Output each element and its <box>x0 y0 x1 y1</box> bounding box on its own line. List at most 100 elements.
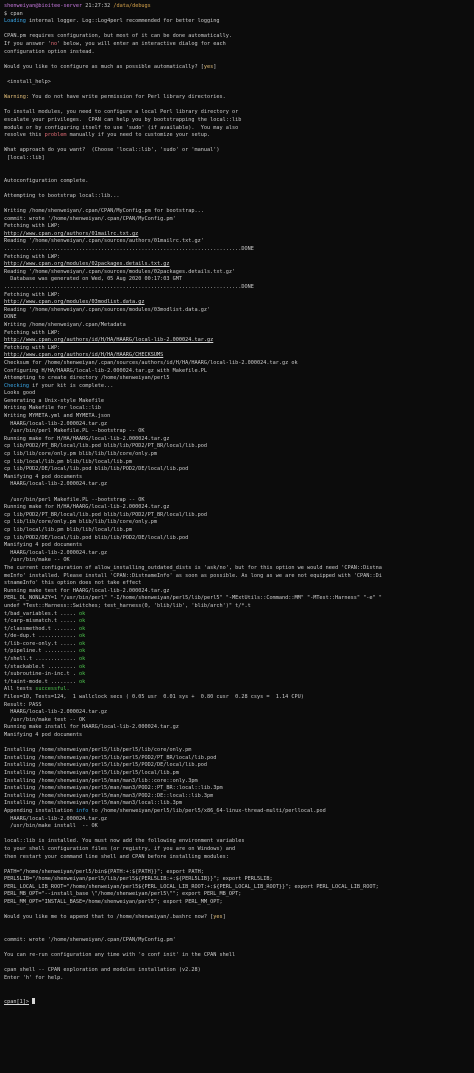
terminal-line: cp lib/lib/core/only.pm blib/lib/lib/cor… <box>4 451 474 459</box>
terminal-text: Running make for H/HA/HAARG/local-lib-2.… <box>4 504 170 511</box>
terminal-line: [local::lib] <box>4 155 474 163</box>
terminal-line: Installing /home/shenweiyan/perl5/man/ma… <box>4 785 474 793</box>
terminal-line: Running make for H/HA/HAARG/local-lib-2.… <box>4 504 474 512</box>
terminal-text: /usr/bin/make test -- OK <box>4 716 86 723</box>
terminal-text: cp lib/local/lib.pm blib/lib/local/lib.p… <box>4 526 133 533</box>
terminal-text: cp lib/POD2/PT_BR/local/lib.pod blib/lib… <box>4 511 208 518</box>
terminal-url-link[interactable]: http://www.cpan.org/authors/id/H/HA/HAAR… <box>4 352 163 358</box>
terminal-line: t/subroutine-in-inc.t . ok <box>4 671 474 679</box>
terminal-text: ok <box>78 610 86 617</box>
terminal-text: ok <box>78 648 86 655</box>
terminal-line: ........................................… <box>4 246 474 254</box>
terminal-text: What approach do you want? (Choose 'loca… <box>4 147 220 154</box>
terminal-window[interactable]: shenweiyan@bioitee-server 21:27:32 /data… <box>0 0 474 1073</box>
terminal-line: cp lib/local/lib.pm blib/lib/local/lib.p… <box>4 459 474 467</box>
terminal-line: Installing /home/shenweiyan/perl5/lib/pe… <box>4 747 474 755</box>
terminal-line: Reading '/home/shenweiyan/.cpan/sources/… <box>4 238 474 246</box>
terminal-line: Reading '/home/shenweiyan/.cpan/sources/… <box>4 269 474 277</box>
terminal-url-link[interactable]: http://www.cpan.org/authors/01mailrc.txt… <box>4 231 138 237</box>
terminal-text: t/lib-core-only.t ..... <box>4 640 79 647</box>
terminal-text: cp lib/lib/core/only.pm blib/lib/lib/cor… <box>4 519 158 526</box>
terminal-line: http://www.cpan.org/authors/id/H/HA/HAAR… <box>4 352 474 360</box>
terminal-text: Appending installation <box>4 807 76 814</box>
terminal-line: HAARG/local-lib-2.000024.tar.gz <box>4 816 474 824</box>
terminal-line: Generating a Unix-style Makefile <box>4 398 474 406</box>
terminal-line: Would you like to configure as much as p… <box>4 64 474 72</box>
terminal-text: resolve this <box>4 132 45 139</box>
terminal-line: Running make test for HAARG/local-lib-2.… <box>4 588 474 596</box>
terminal-text: internal logger. Log::Log4perl recommend… <box>25 18 220 25</box>
terminal-text: Result: PASS <box>4 701 42 708</box>
terminal-line: PATH="/home/shenweiyan/perl5/bin${PATH:+… <box>4 869 474 877</box>
terminal-line: DONE <box>4 314 474 322</box>
terminal-text: t/de-dup.t ............ <box>4 633 79 640</box>
terminal-line: HAARG/local-lib-2.000024.tar.gz <box>4 550 474 558</box>
terminal-text: stnameInfo' this option does not take ef… <box>4 580 142 587</box>
terminal-line: PERL_MM_OPT="INSTALL_BASE=/home/shenweiy… <box>4 899 474 907</box>
terminal-url-link[interactable]: http://www.cpan.org/modules/03modlist.da… <box>4 299 145 305</box>
terminal-text: /data/debugs <box>113 3 151 9</box>
terminal-line: Fetching with LWP: <box>4 330 474 338</box>
terminal-text: PERL_LOCAL_LIB_ROOT="/home/shenweiyan/pe… <box>4 883 379 890</box>
terminal-line: Writing Makefile for local::lib <box>4 405 474 413</box>
terminal-line: then restart your command line shell and… <box>4 854 474 862</box>
terminal-text: Fetching with LWP: <box>4 223 61 230</box>
terminal-line: CPAN.pm requires configuration, but most… <box>4 33 474 41</box>
terminal-line: All tests successful. <box>4 686 474 694</box>
terminal-line: Installing /home/shenweiyan/perl5/lib/pe… <box>4 755 474 763</box>
terminal-text: Files=10, Tests=124, 1 wallclock secs ( … <box>4 694 304 701</box>
terminal-text: Reading '/home/shenweiyan/.cpan/sources/… <box>4 306 211 313</box>
terminal-line: cp lib/lib/core/only.pm blib/lib/lib/cor… <box>4 519 474 527</box>
terminal-text: Reading '/home/shenweiyan/.cpan/sources/… <box>4 268 236 275</box>
terminal-text: ] <box>213 63 217 70</box>
terminal-text: ok <box>78 625 86 632</box>
terminal-line: To install modules, you need to configur… <box>4 109 474 117</box>
terminal-text: escalate your privileges. CPAN can help … <box>4 116 242 123</box>
terminal-text: yes <box>203 63 214 70</box>
cpan-prompt: cpan[1]> <box>4 998 29 1005</box>
terminal-line: cp lib/POD2/DE/local/lib.pod blib/lib/PO… <box>4 466 474 474</box>
terminal-line: escalate your privileges. CPAN can help … <box>4 117 474 125</box>
terminal-line: Fetching with LWP: <box>4 292 474 300</box>
terminal-text: Running make test for HAARG/local-lib-2.… <box>4 587 170 594</box>
terminal-url-link[interactable]: http://www.cpan.org/authors/id/H/HA/HAAR… <box>4 337 213 343</box>
terminal-line: Installing /home/shenweiyan/perl5/lib/pe… <box>4 762 474 770</box>
terminal-line: Writing /home/shenweiyan/.cpan/CPAN/MyCo… <box>4 208 474 216</box>
terminal-text: HAARG/local-lib-2.000024.tar.gz <box>4 481 108 488</box>
terminal-line: The current configuration of allow_insta… <box>4 565 474 573</box>
terminal-text: commit: wrote '/home/shenweiyan/.cpan/CP… <box>4 937 176 944</box>
terminal-url-link[interactable]: http://www.cpan.org/modules/02packages.d… <box>4 261 170 267</box>
terminal-text: HAARG/local-lib-2.000024.tar.gz <box>4 709 108 716</box>
terminal-line: shenweiyan@bioitee-server 21:27:32 /data… <box>4 3 474 11</box>
terminal-text: All tests <box>4 686 36 693</box>
terminal-text: You do not have write permission for Per… <box>29 94 226 101</box>
terminal-text: cp lib/POD2/DE/local/lib.pod blib/lib/PO… <box>4 466 189 473</box>
terminal-line: Installing /home/shenweiyan/perl5/man/ma… <box>4 800 474 808</box>
terminal-line: Attempting to create directory /home/she… <box>4 375 474 383</box>
terminal-text: module or by configuring itself to use '… <box>4 124 239 131</box>
terminal-text: ok <box>78 663 86 670</box>
terminal-text: yes <box>213 914 223 921</box>
terminal-text: t/classmethod.t ....... <box>4 625 79 632</box>
terminal-text: Reading '/home/shenweiyan/.cpan/sources/… <box>4 238 204 245</box>
terminal-line: cp lib/POD2/PT_BR/local/lib.pod blib/lib… <box>4 512 474 520</box>
terminal-text: PATH="/home/shenweiyan/perl5/bin${PATH:+… <box>4 868 204 875</box>
terminal-text: Fetching with LWP: <box>4 329 61 336</box>
terminal-line: Enter 'h' for help. <box>4 975 474 983</box>
terminal-text: HAARG/local-lib-2.000024.tar.gz <box>4 815 108 822</box>
terminal-line: cp lib/POD2/DE/local/lib.pod blib/lib/PO… <box>4 535 474 543</box>
terminal-text: Configuring H/HA/HAARG/local-lib-2.00002… <box>4 367 208 374</box>
terminal-line: /usr/bin/make -- OK <box>4 557 474 565</box>
terminal-text: successful. <box>35 686 70 693</box>
